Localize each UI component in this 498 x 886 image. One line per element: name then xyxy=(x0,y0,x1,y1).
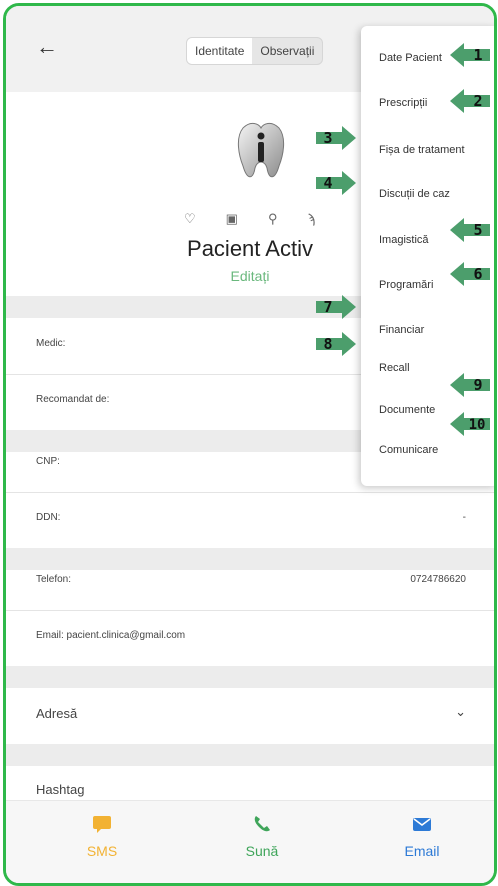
separator xyxy=(6,744,494,766)
tab-observatii[interactable]: Observații xyxy=(252,38,322,64)
annotation-arrow-6: 6 xyxy=(450,262,490,286)
annotation-number-5: 5 xyxy=(473,221,482,239)
field-value: - xyxy=(462,512,466,523)
sms-label: SMS xyxy=(86,843,118,859)
phone-icon xyxy=(222,813,302,839)
annotation-arrow-3: 3 xyxy=(316,126,356,150)
calendar-icon[interactable]: ▣ xyxy=(226,211,238,227)
annotation-number-3: 3 xyxy=(323,129,332,147)
annotation-arrow-2: 2 xyxy=(450,89,490,113)
annotation-number-10: 10 xyxy=(469,417,486,433)
annotation-arrow-1: 1 xyxy=(450,43,490,67)
sms-icon xyxy=(62,813,142,839)
call-button[interactable]: Sună xyxy=(222,813,302,859)
tab-identitate[interactable]: Identitate xyxy=(187,38,253,64)
menu-item-date-pacient[interactable]: Date Pacient xyxy=(379,52,442,64)
email-label: Email xyxy=(404,843,440,859)
rss-icon[interactable]: ϡ xyxy=(307,211,315,227)
menu-item-programari[interactable]: Programări xyxy=(379,279,433,291)
address-label: Adresă xyxy=(36,706,78,721)
annotation-number-1: 1 xyxy=(473,46,482,64)
menu-item-financiar[interactable]: Financiar xyxy=(379,324,424,336)
annotation-number-6: 6 xyxy=(473,265,482,283)
annotation-arrow-7: 7 xyxy=(316,295,356,319)
field-label: CNP: xyxy=(36,456,60,467)
call-label: Sună xyxy=(245,843,279,859)
field-row[interactable]: DDN: - xyxy=(6,492,494,549)
menu-item-documente[interactable]: Documente xyxy=(379,404,435,416)
bottom-action-bar: SMS Sună Email xyxy=(6,800,494,883)
separator xyxy=(6,666,494,688)
menu-item-imagistica[interactable]: Imagistică xyxy=(379,234,429,246)
location-icon[interactable]: ⚲ xyxy=(268,211,278,227)
annotation-number-4: 4 xyxy=(323,174,332,192)
email-button[interactable]: Email xyxy=(382,813,462,859)
annotation-arrow-5: 5 xyxy=(450,218,490,242)
annotation-arrow-4: 4 xyxy=(316,171,356,195)
annotation-number-9: 9 xyxy=(473,376,482,394)
field-label: Email: pacient.clinica@gmail.com xyxy=(36,630,186,641)
menu-item-fisa-de-tratament[interactable]: Fișa de tratament xyxy=(379,144,465,156)
address-row[interactable]: Adresă ⌄ xyxy=(6,688,494,745)
hashtag-label: Hashtag xyxy=(36,782,85,797)
chevron-down-icon[interactable]: ⌄ xyxy=(455,704,466,720)
annotation-number-2: 2 xyxy=(473,92,482,110)
menu-item-recall[interactable]: Recall xyxy=(379,362,410,374)
field-label: Telefon: xyxy=(36,574,72,585)
sms-button[interactable]: SMS xyxy=(62,813,142,859)
back-arrow-icon[interactable]: ← xyxy=(36,34,58,60)
segment-control: Identitate Observații xyxy=(186,37,324,65)
menu-item-comunicare[interactable]: Comunicare xyxy=(379,444,438,456)
annotation-number-8: 8 xyxy=(323,335,332,353)
field-label: Medic: xyxy=(36,338,66,349)
app-frame: ← Identitate Observații ♡ ▣ ⚲ ϡ Pacient … xyxy=(3,3,497,886)
annotation-arrow-8: 8 xyxy=(316,332,356,356)
field-value: 0724786620 xyxy=(410,574,466,585)
annotation-arrow-9: 9 xyxy=(450,373,490,397)
email-icon xyxy=(382,813,462,839)
heart-icon[interactable]: ♡ xyxy=(184,211,196,227)
contact-icons-row: ♡ ▣ ⚲ ϡ xyxy=(184,211,315,227)
tooth-logo-icon xyxy=(237,122,285,178)
field-label: DDN: xyxy=(36,512,61,523)
field-row[interactable]: Email: pacient.clinica@gmail.com xyxy=(6,610,494,667)
menu-item-discutii-de-caz[interactable]: Discuții de caz xyxy=(379,188,450,200)
menu-item-prescriptii[interactable]: Prescripții xyxy=(379,97,427,109)
field-row[interactable]: Telefon: 0724786620 xyxy=(6,554,494,611)
annotation-number-7: 7 xyxy=(323,298,332,316)
field-label: Recomandat de: xyxy=(36,394,110,405)
annotation-arrow-10: 10 xyxy=(450,412,490,436)
